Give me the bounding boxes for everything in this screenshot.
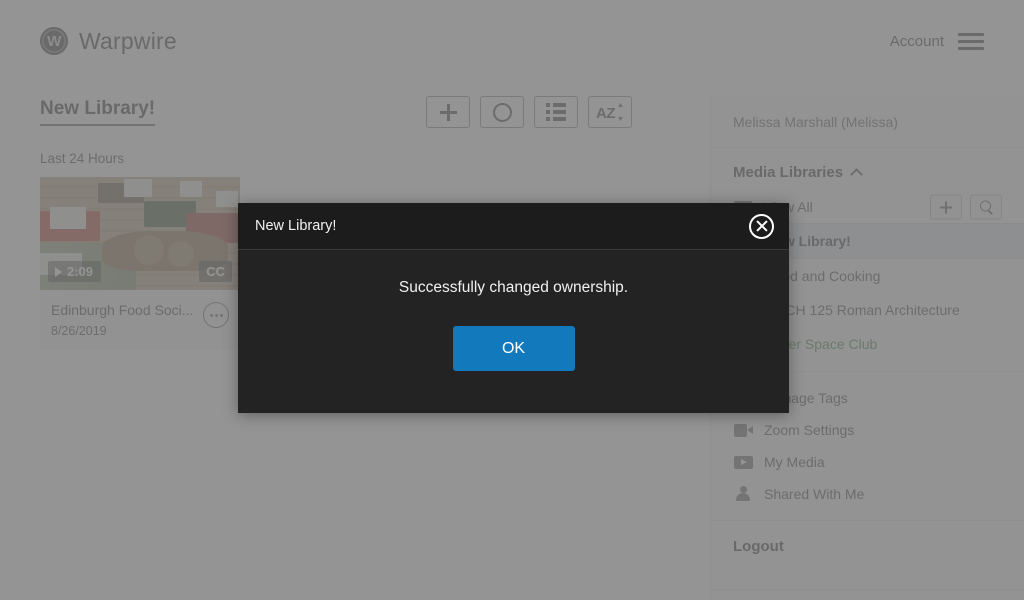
close-circle-icon[interactable] <box>749 213 774 239</box>
modal-body: Successfully changed ownership. OK <box>238 250 789 413</box>
modal-title: New Library! <box>255 218 337 234</box>
modal-message: Successfully changed ownership. <box>398 279 629 296</box>
modal-header: New Library! <box>238 203 789 250</box>
ok-button[interactable]: OK <box>452 326 575 371</box>
ownership-modal: New Library! Successfully changed owners… <box>238 203 789 413</box>
app-root: W Warpwire Account New Library! <box>0 0 1024 600</box>
